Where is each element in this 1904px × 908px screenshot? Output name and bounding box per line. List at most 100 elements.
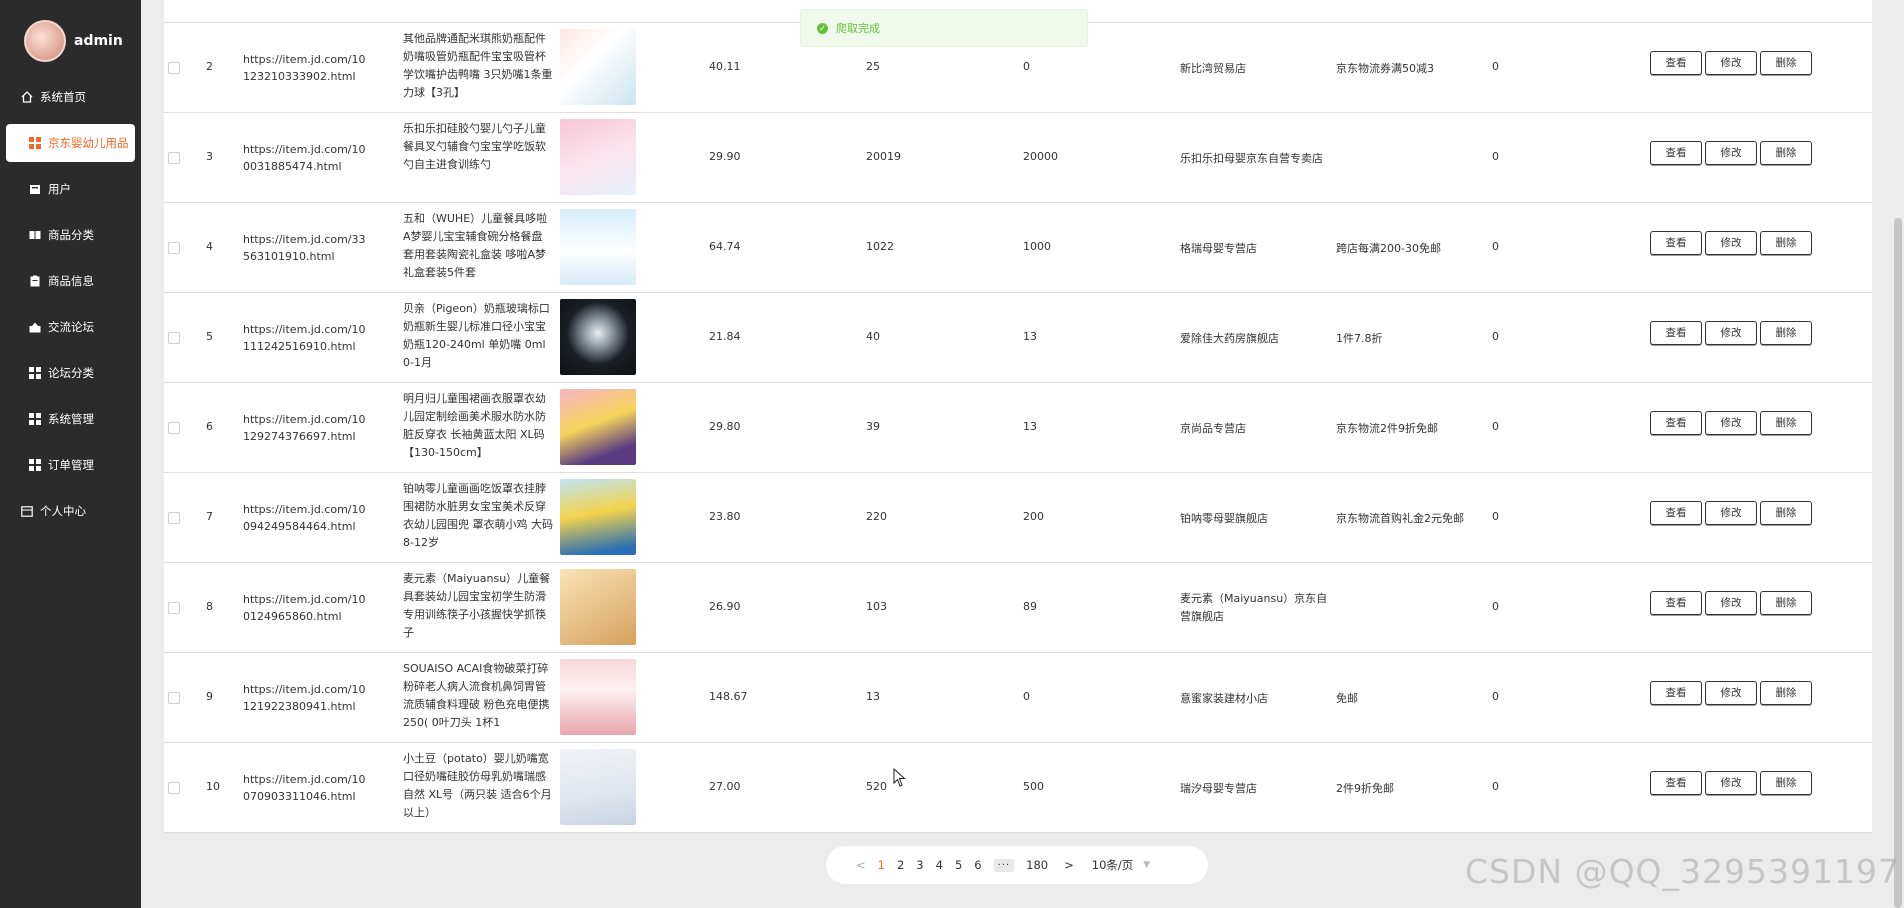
product-price: 26.90: [709, 600, 741, 613]
sidebar-item-categories[interactable]: 商品分类: [0, 212, 141, 258]
delete-button[interactable]: 删除: [1760, 141, 1812, 165]
good-count: 13: [1023, 420, 1037, 433]
prev-page-button[interactable]: <: [856, 858, 866, 872]
row-checkbox[interactable]: [168, 692, 180, 704]
sidebar-item-forum-categories[interactable]: 论坛分类: [0, 350, 141, 396]
page-number[interactable]: 5: [955, 858, 962, 872]
product-url: https://item.jd.com/10111242516910.html: [243, 323, 366, 353]
view-button[interactable]: 查看: [1650, 771, 1702, 795]
sidebar-item-system[interactable]: 系统管理: [0, 396, 141, 442]
scrollbar-thumb[interactable]: [1894, 218, 1902, 908]
row-checkbox[interactable]: [168, 602, 180, 614]
row-checkbox[interactable]: [168, 782, 180, 794]
view-button[interactable]: 查看: [1650, 231, 1702, 255]
edit-button[interactable]: 修改: [1705, 771, 1757, 795]
row-index: 3: [206, 150, 213, 163]
sidebar-item-forum[interactable]: 交流论坛: [0, 304, 141, 350]
page-number[interactable]: 1: [878, 858, 885, 872]
delete-button[interactable]: 删除: [1760, 231, 1812, 255]
sidebar-item-profile[interactable]: 个人中心: [0, 488, 141, 534]
sidebar-item-label: 个人中心: [40, 504, 86, 518]
view-button[interactable]: 查看: [1650, 501, 1702, 525]
sidebar-item-home[interactable]: 系统首页: [0, 74, 141, 120]
table-row: 8 https://item.jd.com/100124965860.html …: [164, 562, 1872, 653]
product-image: [560, 569, 636, 645]
shop-name: 爱除佳大药房旗舰店: [1180, 332, 1279, 345]
product-price: 64.74: [709, 240, 741, 253]
row-checkbox[interactable]: [168, 422, 180, 434]
page-number[interactable]: 4: [936, 858, 943, 872]
toast-message: 爬取完成: [836, 22, 880, 35]
delete-button[interactable]: 删除: [1760, 591, 1812, 615]
delete-button[interactable]: 删除: [1760, 771, 1812, 795]
edit-button[interactable]: 修改: [1705, 231, 1757, 255]
view-count: 0: [1492, 600, 1499, 613]
check-circle-icon: ✓: [817, 22, 828, 34]
sidebar-item-users[interactable]: 用户: [0, 166, 141, 212]
more-pages-button[interactable]: ···: [993, 858, 1015, 872]
row-checkbox[interactable]: [168, 62, 180, 74]
sidebar-item-jd-baby[interactable]: 京东婴幼儿用品: [6, 124, 135, 162]
avatar[interactable]: [24, 20, 66, 62]
product-image: [560, 29, 636, 105]
edit-button[interactable]: 修改: [1705, 321, 1757, 345]
view-button[interactable]: 查看: [1650, 591, 1702, 615]
page-number[interactable]: 3: [916, 858, 923, 872]
shop-name: 京尚品专营店: [1180, 422, 1246, 435]
product-name: 麦元素（Maiyuansu）儿童餐具套装幼儿园宝宝初学生防滑专用训练筷子小孩握快…: [403, 572, 551, 639]
delete-button[interactable]: 删除: [1760, 681, 1812, 705]
view-button[interactable]: 查看: [1650, 681, 1702, 705]
row-checkbox[interactable]: [168, 242, 180, 254]
delete-button[interactable]: 删除: [1760, 501, 1812, 525]
sidebar-item-products[interactable]: 商品信息: [0, 258, 141, 304]
table-row: 3 https://item.jd.com/100031885474.html …: [164, 112, 1872, 203]
pagination: < 1 2 3 4 5 6 ··· 180 > 10条/页 ▼: [826, 846, 1208, 884]
product-url: https://item.jd.com/10094249584464.html: [243, 503, 366, 533]
product-price: 21.84: [709, 330, 741, 343]
view-count: 0: [1492, 330, 1499, 343]
view-button[interactable]: 查看: [1650, 321, 1702, 345]
good-count: 200: [1023, 510, 1044, 523]
product-name: 小土豆（potato）婴儿奶嘴宽口径奶嘴硅胶仿母乳奶嘴瑞感自然 XL号（两只装 …: [403, 752, 552, 819]
edit-button[interactable]: 修改: [1705, 411, 1757, 435]
user-card-icon: [28, 182, 42, 196]
watermark: CSDN @QQ_3295391197: [1465, 852, 1900, 891]
sidebar-item-orders[interactable]: 订单管理: [0, 442, 141, 488]
row-checkbox[interactable]: [168, 332, 180, 344]
row-checkbox[interactable]: [168, 512, 180, 524]
last-page-number[interactable]: 180: [1026, 858, 1048, 872]
view-count: 0: [1492, 690, 1499, 703]
promotion: 免邮: [1336, 692, 1358, 705]
edit-button[interactable]: 修改: [1705, 501, 1757, 525]
view-button[interactable]: 查看: [1650, 51, 1702, 75]
shop-name: 乐扣乐扣母婴京东自营专卖店: [1180, 152, 1323, 165]
next-page-button[interactable]: >: [1064, 858, 1074, 872]
good-count: 20000: [1023, 150, 1058, 163]
edit-button[interactable]: 修改: [1705, 141, 1757, 165]
page-number[interactable]: 6: [974, 858, 981, 872]
product-url: https://item.jd.com/100124965860.html: [243, 593, 366, 623]
row-index: 4: [206, 240, 213, 253]
page-size-select[interactable]: 10条/页: [1092, 857, 1134, 873]
edit-button[interactable]: 修改: [1705, 591, 1757, 615]
page-number[interactable]: 2: [897, 858, 904, 872]
profile-icon: [20, 504, 34, 518]
row-index: 2: [206, 60, 213, 73]
edit-button[interactable]: 修改: [1705, 51, 1757, 75]
row-checkbox[interactable]: [168, 152, 180, 164]
delete-button[interactable]: 删除: [1760, 51, 1812, 75]
product-name: 明月归儿童围裙画衣服罩衣幼儿园定制绘画美术服水防水防脏反穿衣 长袖黄蓝太阳 XL…: [403, 392, 546, 459]
promotion: 京东物流首购礼金2元免邮: [1336, 512, 1464, 525]
delete-button[interactable]: 删除: [1760, 411, 1812, 435]
edit-button[interactable]: 修改: [1705, 681, 1757, 705]
view-count: 0: [1492, 420, 1499, 433]
row-index: 5: [206, 330, 213, 343]
view-button[interactable]: 查看: [1650, 141, 1702, 165]
delete-button[interactable]: 删除: [1760, 321, 1812, 345]
chevron-down-icon: ▼: [1143, 860, 1151, 870]
good-count: 0: [1023, 690, 1030, 703]
comment-count: 1022: [866, 240, 894, 253]
comment-count: 103: [866, 600, 887, 613]
view-button[interactable]: 查看: [1650, 411, 1702, 435]
comment-count: 520: [866, 780, 887, 793]
